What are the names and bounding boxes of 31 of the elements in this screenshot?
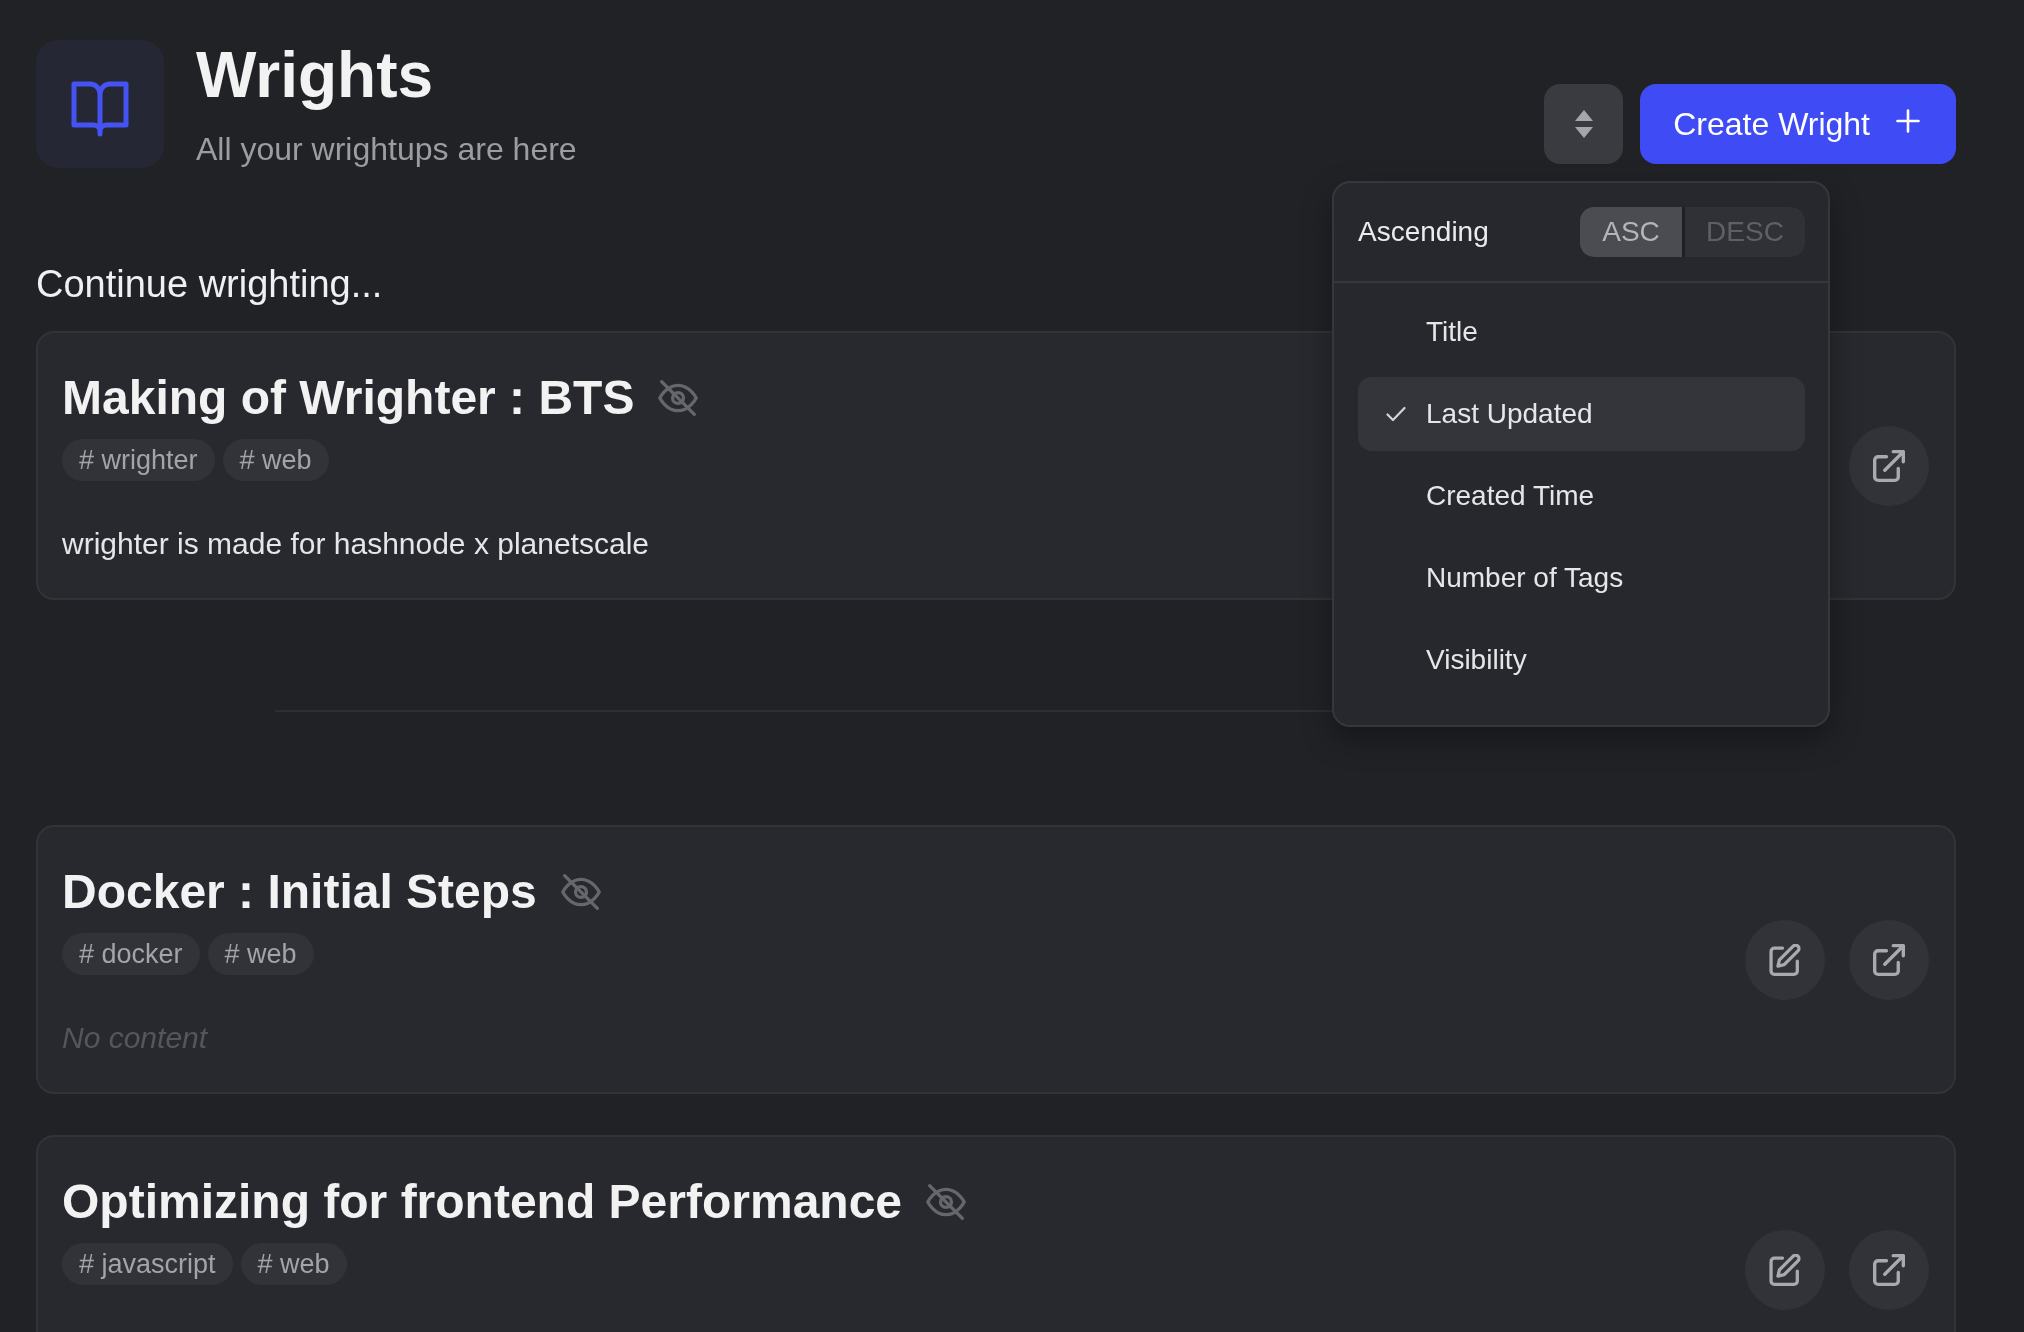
check-icon (1386, 406, 1406, 422)
edit-icon (1769, 943, 1801, 976)
tag-chip: # docker (62, 933, 200, 975)
external-link-icon (1873, 1253, 1905, 1286)
page-title: Wrights (196, 39, 434, 111)
wright-title: Docker : Initial Steps (62, 866, 537, 918)
page-subtitle: All your wrightups are here (196, 130, 577, 169)
sort-option[interactable]: Number of Tags (1358, 541, 1805, 615)
sort-button[interactable] (1544, 84, 1624, 164)
tag-chip: # web (222, 439, 329, 481)
tag-chip: # web (207, 933, 314, 975)
plus-icon (1896, 109, 1920, 133)
sort-option[interactable]: Created Time (1358, 459, 1805, 533)
sort-direction-label: Ascending (1358, 216, 1489, 248)
create-wright-button[interactable]: Create Wright (1640, 84, 1956, 164)
edit-icon (1769, 1253, 1801, 1286)
sort-icon (1574, 110, 1593, 138)
sort-option[interactable]: Last Updated (1358, 377, 1805, 451)
external-link-icon (1873, 943, 1905, 976)
sort-option[interactable]: Visibility (1358, 623, 1805, 697)
external-link-icon (1873, 449, 1905, 482)
tag-chip: # web (240, 1243, 347, 1285)
sort-option[interactable]: Title (1358, 295, 1805, 369)
tag-chip: # wrighter (62, 439, 215, 481)
wright-title: Making of Wrighter : BTS (62, 372, 635, 424)
tag-chip: # javascript (62, 1243, 233, 1285)
section-heading: Continue wrighting... (36, 262, 383, 307)
wright-title: Optimizing for frontend Performance (62, 1176, 903, 1228)
sort-direction-toggle[interactable]: ASC (1580, 207, 1682, 257)
book-icon (36, 40, 164, 168)
card-excerpt: wrighter is made for hashnode x planetscale (62, 526, 649, 562)
